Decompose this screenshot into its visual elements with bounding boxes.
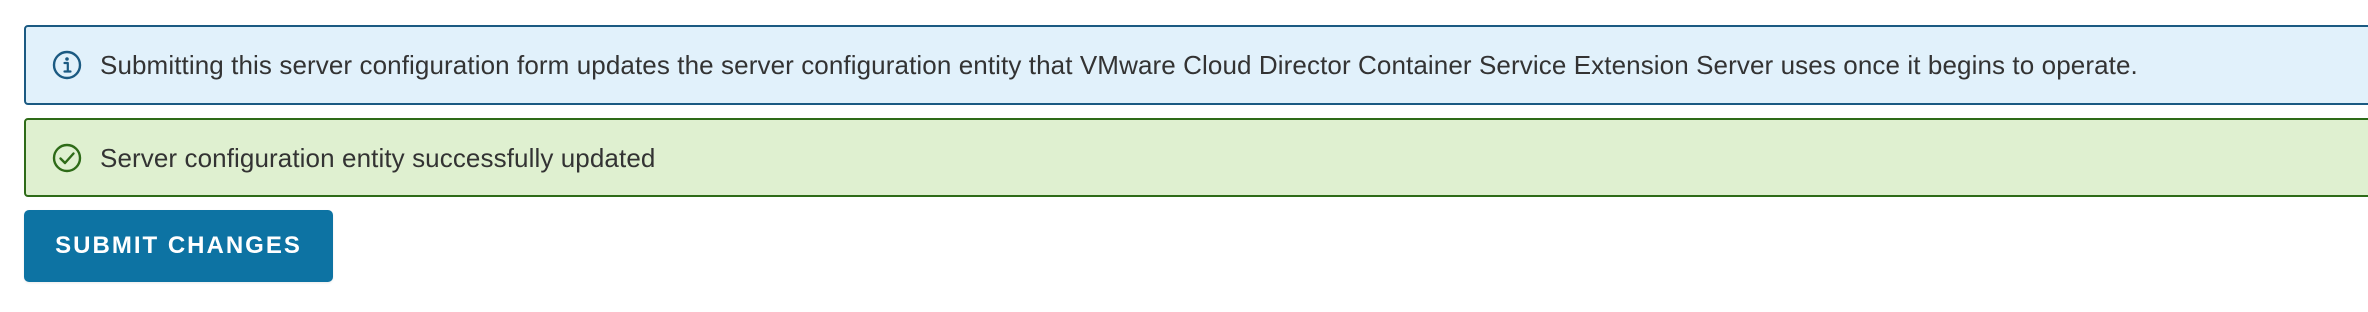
success-alert-message: Server configuration entity successfully… [100,142,656,173]
server-config-page: Submitting this server configuration for… [0,0,2368,312]
info-alert: Submitting this server configuration for… [24,25,2368,105]
check-circle-icon [52,143,82,172]
success-alert: Server configuration entity successfully… [24,118,2368,197]
info-alert-message: Submitting this server configuration for… [100,50,2138,80]
submit-changes-button[interactable]: SUBMIT CHANGES [24,210,333,282]
info-circle-icon [52,50,82,80]
